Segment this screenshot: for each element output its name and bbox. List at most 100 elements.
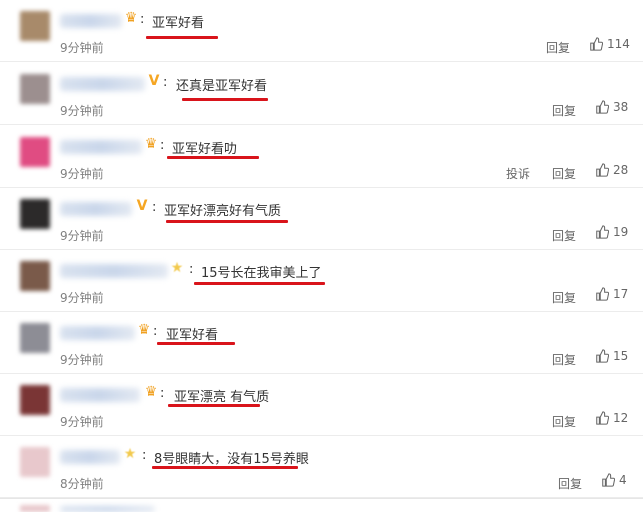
star-badge-icon: ★: [123, 446, 137, 462]
like-count: 15: [613, 349, 629, 363]
underline-annotation: [194, 282, 325, 285]
thumbs-up-icon: [596, 163, 609, 177]
comment-text: 亚军好看: [166, 328, 219, 343]
underline-annotation: [182, 98, 268, 101]
comment-text: 还真是亚军好看: [176, 79, 268, 94]
timestamp: 9分钟前: [60, 229, 104, 243]
timestamp: 9分钟前: [60, 415, 104, 429]
reply-button[interactable]: 回复: [552, 289, 576, 306]
timestamp: 9分钟前: [60, 353, 104, 367]
like-button[interactable]: 4: [601, 473, 627, 487]
reply-button[interactable]: 回复: [552, 351, 576, 368]
avatar[interactable]: [20, 261, 50, 291]
timestamp: 9分钟前: [60, 104, 104, 118]
thumbs-up-icon: [596, 225, 609, 239]
comment-row: ♛ : 亚军好看 9分钟前 回复 15: [0, 312, 643, 374]
colon: :: [142, 448, 147, 463]
crown-badge-icon: ♛: [144, 384, 158, 400]
username[interactable]: [60, 140, 142, 154]
comment-text: 8号眼睛大，没有15号养眼: [154, 452, 309, 467]
verified-v-icon: V: [136, 198, 148, 214]
verified-v-icon: V: [148, 73, 160, 89]
thumbs-up-icon: [596, 349, 609, 363]
avatar[interactable]: [20, 137, 50, 167]
reply-button[interactable]: 回复: [552, 227, 576, 244]
like-button[interactable]: 19: [595, 225, 628, 239]
thumbs-up-icon: [596, 411, 609, 425]
like-button[interactable]: 114: [589, 37, 630, 51]
like-count: 28: [613, 163, 629, 177]
username[interactable]: [60, 77, 145, 91]
colon: :: [153, 324, 158, 339]
underline-annotation: [157, 342, 235, 345]
username[interactable]: [60, 326, 135, 340]
timestamp: 9分钟前: [60, 41, 104, 55]
avatar[interactable]: [20, 323, 50, 353]
colon: :: [163, 75, 168, 90]
thumbs-up-icon: [590, 37, 603, 51]
crown-badge-icon: ♛: [144, 136, 158, 152]
avatar[interactable]: [20, 447, 50, 477]
colon: :: [140, 12, 145, 27]
username[interactable]: [60, 202, 132, 216]
crown-badge-icon: ♛: [137, 322, 151, 338]
avatar[interactable]: [20, 74, 50, 104]
like-button[interactable]: 12: [595, 411, 628, 425]
username[interactable]: [60, 450, 120, 464]
underline-annotation: [146, 36, 218, 39]
comment-row: ♛ : 亚军好看 9分钟前 回复 114: [0, 0, 643, 62]
divider: [0, 498, 643, 499]
comment-row: ★ : 15号长在我审美上了 9分钟前 回复 17: [0, 250, 643, 312]
avatar[interactable]: [20, 199, 50, 229]
like-count: 38: [613, 100, 629, 114]
like-count: 114: [607, 37, 630, 51]
comment-row: ♛ : 亚军漂亮 有气质 9分钟前 回复 12: [0, 374, 643, 436]
reply-button[interactable]: 回复: [552, 413, 576, 430]
like-button[interactable]: 28: [595, 163, 628, 177]
comment-text: 亚军好漂亮好有气质: [164, 204, 282, 219]
username[interactable]: [60, 388, 140, 402]
avatar[interactable]: [20, 11, 50, 41]
like-count: 4: [619, 473, 627, 487]
reply-button[interactable]: 回复: [552, 102, 576, 119]
comment-row: ♛ : 亚军好看叻 9分钟前 投诉 回复 28: [0, 126, 643, 188]
avatar[interactable]: [20, 385, 50, 415]
like-button[interactable]: 15: [595, 349, 628, 363]
comment-text: 亚军好看叻: [172, 142, 238, 157]
username[interactable]: [60, 264, 168, 278]
reply-button[interactable]: 回复: [552, 165, 576, 182]
like-button[interactable]: 17: [595, 287, 628, 301]
like-count: 17: [613, 287, 629, 301]
comment-list: ♛ : 亚军好看 9分钟前 回复 114 V : 还真是亚军好看 9分钟前 回复…: [0, 0, 643, 512]
comment-row: V : 还真是亚军好看 9分钟前 回复 38: [0, 63, 643, 125]
comment-text: 亚军漂亮 有气质: [174, 390, 270, 405]
star-badge-icon: ★: [170, 260, 184, 276]
comment-text: 15号长在我审美上了: [201, 266, 322, 281]
underline-annotation: [152, 466, 298, 469]
username[interactable]: [60, 14, 122, 28]
timestamp: 9分钟前: [60, 167, 104, 181]
comment-text: 亚军好看: [152, 16, 205, 31]
like-count: 12: [613, 411, 629, 425]
avatar[interactable]: [20, 505, 50, 512]
timestamp: 8分钟前: [60, 477, 104, 491]
colon: :: [160, 386, 165, 401]
thumbs-up-icon: [596, 287, 609, 301]
colon: :: [189, 262, 194, 277]
thumbs-up-icon: [596, 100, 609, 114]
timestamp: 9分钟前: [60, 291, 104, 305]
thumbs-up-icon: [602, 473, 615, 487]
report-button[interactable]: 投诉: [506, 165, 530, 182]
underline-annotation: [168, 404, 260, 407]
reply-button[interactable]: 回复: [558, 475, 582, 492]
underline-annotation: [167, 156, 259, 159]
username[interactable]: [60, 506, 155, 512]
like-button[interactable]: 38: [595, 100, 628, 114]
reply-button[interactable]: 回复: [546, 39, 570, 56]
like-count: 19: [613, 225, 629, 239]
colon: :: [160, 138, 165, 153]
comment-row: ★ : 8号眼睛大，没有15号养眼 8分钟前 回复 4: [0, 436, 643, 498]
colon: :: [152, 200, 157, 215]
underline-annotation: [166, 220, 288, 223]
comment-row: V : 亚军好漂亮好有气质 9分钟前 回复 19: [0, 188, 643, 250]
